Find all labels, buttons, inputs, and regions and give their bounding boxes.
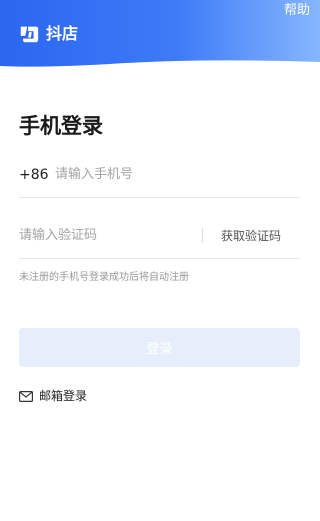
phone-field-row: +86 bbox=[19, 159, 300, 198]
login-button[interactable]: 登录 bbox=[19, 328, 300, 367]
phone-input[interactable] bbox=[55, 159, 300, 190]
doudian-logo-icon bbox=[20, 26, 39, 43]
get-code-button[interactable]: 获取验证码 bbox=[221, 221, 281, 259]
email-login-link[interactable]: 邮箱登录 bbox=[19, 388, 87, 404]
code-divider bbox=[201, 228, 203, 243]
country-code[interactable]: +86 bbox=[19, 160, 55, 198]
app-header: 抖店 帮助 bbox=[0, 0, 320, 70]
verification-code-row: 获取验证码 bbox=[19, 220, 300, 259]
help-link[interactable]: 帮助 bbox=[284, 3, 310, 19]
mail-icon bbox=[19, 390, 33, 402]
brand: 抖店 bbox=[18, 23, 78, 45]
verification-code-input[interactable] bbox=[19, 220, 202, 251]
email-login-label: 邮箱登录 bbox=[39, 389, 88, 403]
auto-register-notice: 未注册的手机号登录成功后将自动注册 bbox=[19, 272, 189, 283]
page-title: 手机登录 bbox=[19, 114, 103, 138]
brand-name: 抖店 bbox=[46, 24, 79, 43]
